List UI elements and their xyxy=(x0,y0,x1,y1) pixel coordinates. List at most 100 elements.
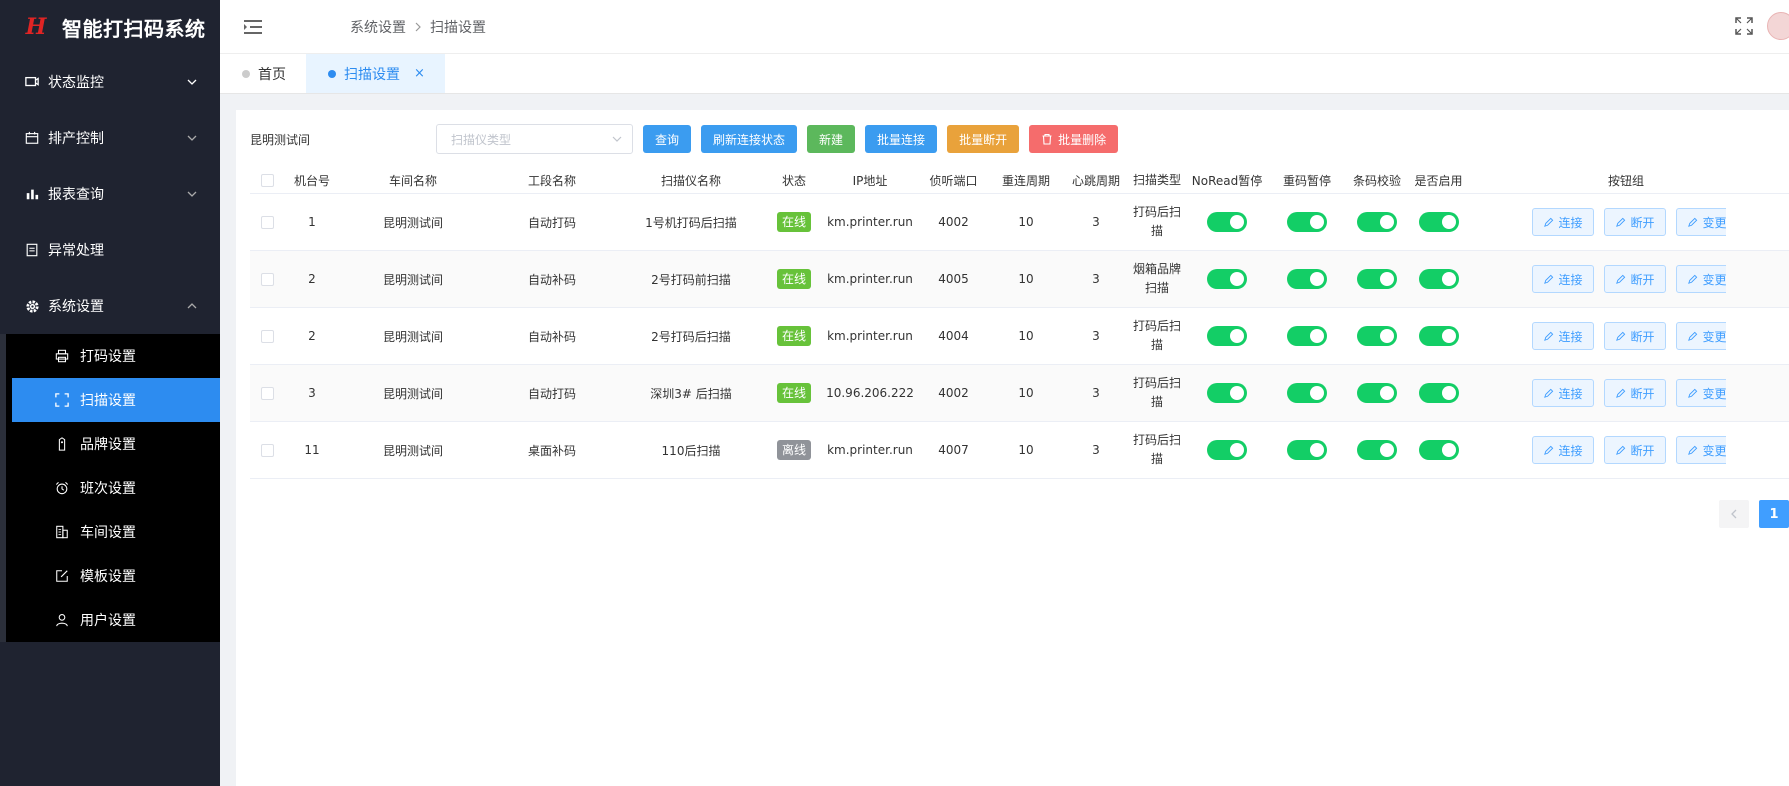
button-label: 变更 xyxy=(1702,215,1726,230)
sidebar-item-label: 模板设置 xyxy=(80,569,136,585)
sidebar-item-print-settings[interactable]: 打码设置 xyxy=(6,334,220,378)
enabled-switch[interactable] xyxy=(1418,383,1459,403)
page-number[interactable]: 1 xyxy=(1759,500,1789,528)
change-button[interactable]: 变更 xyxy=(1676,436,1726,464)
enabled-switch[interactable] xyxy=(1418,269,1459,289)
change-button[interactable]: 变更 xyxy=(1676,322,1726,350)
dup-switch[interactable] xyxy=(1287,440,1327,460)
barcode-switch[interactable] xyxy=(1357,326,1397,346)
sidebar-item-template-settings[interactable]: 模板设置 xyxy=(6,554,220,598)
noread-switch[interactable] xyxy=(1207,326,1247,346)
table-row: 3 昆明测试间 自动打码 深圳3# 后扫描 在线 10.96.206.222 4… xyxy=(250,364,1789,421)
change-button[interactable]: 变更 xyxy=(1676,379,1726,407)
sidebar-item-production-control[interactable]: 排产控制 xyxy=(0,110,220,166)
cell-barcode xyxy=(1343,383,1411,403)
cell-heartbeat: 3 xyxy=(1092,386,1100,400)
disconnect-button[interactable]: 断开 xyxy=(1604,379,1666,407)
tab-home[interactable]: 首页 xyxy=(220,54,306,93)
header-ip: IP地址 xyxy=(852,173,888,188)
query-button[interactable]: 查询 xyxy=(643,125,692,153)
content-card: 昆明测试间 扫描仪类型 查询 刷新连接状态 新建 批量连接 批量断开 批量删除 … xyxy=(236,110,1789,786)
batch-disconnect-button[interactable]: 批量断开 xyxy=(947,125,1020,153)
change-button[interactable]: 变更 xyxy=(1676,208,1726,236)
dup-switch[interactable] xyxy=(1287,269,1327,289)
sidebar-item-exception[interactable]: 异常处理 xyxy=(0,222,220,278)
noread-switch[interactable] xyxy=(1207,440,1247,460)
cell-status: 在线 xyxy=(764,269,824,289)
sidebar-item-workshop-settings[interactable]: 车间设置 xyxy=(6,510,220,554)
cell-scanner: 1号机打码后扫描 xyxy=(645,215,737,230)
button-label: 变更 xyxy=(1702,272,1726,287)
cell-reconnect: 10 xyxy=(1018,329,1034,343)
breadcrumb-item[interactable]: 系统设置 xyxy=(350,17,406,37)
cell-enabled xyxy=(1411,269,1466,289)
dup-switch[interactable] xyxy=(1287,326,1327,346)
chevron-down-icon xyxy=(187,191,197,197)
refresh-status-button[interactable]: 刷新连接状态 xyxy=(701,125,798,153)
sidebar-item-brand-settings[interactable]: 品牌设置 xyxy=(6,422,220,466)
row-checkbox[interactable] xyxy=(260,272,274,286)
sidebar-item-shift-settings[interactable]: 班次设置 xyxy=(6,466,220,510)
cell-section: 自动补码 xyxy=(527,329,576,344)
row-checkbox[interactable] xyxy=(260,329,274,343)
barcode-switch[interactable] xyxy=(1357,212,1397,232)
sidebar-item-system-settings[interactable]: 系统设置 xyxy=(0,278,220,334)
cell-ip: km.printer.run xyxy=(827,329,913,343)
noread-switch[interactable] xyxy=(1207,269,1247,289)
barcode-switch[interactable] xyxy=(1357,269,1397,289)
barcode-switch[interactable] xyxy=(1357,440,1397,460)
cell-ip: km.printer.run xyxy=(827,215,913,229)
cell-status: 离线 xyxy=(764,440,824,460)
connect-button[interactable]: 连接 xyxy=(1532,208,1594,236)
status-badge: 在线 xyxy=(776,383,811,403)
disconnect-button[interactable]: 断开 xyxy=(1604,322,1666,350)
noread-switch[interactable] xyxy=(1207,383,1247,403)
row-checkbox[interactable] xyxy=(260,215,274,229)
dup-switch[interactable] xyxy=(1287,383,1327,403)
menu-fold-icon[interactable] xyxy=(244,19,262,35)
enabled-switch[interactable] xyxy=(1418,212,1459,232)
cell-enabled xyxy=(1411,326,1466,346)
dup-switch[interactable] xyxy=(1287,212,1327,232)
connect-button[interactable]: 连接 xyxy=(1532,265,1594,293)
tab-label: 首页 xyxy=(258,66,286,83)
sidebar-item-scan-settings[interactable]: 扫描设置 xyxy=(12,378,220,422)
noread-switch[interactable] xyxy=(1207,212,1247,232)
table-bottom-border xyxy=(250,478,1789,479)
sidebar-item-status-monitor[interactable]: 状态监控 xyxy=(0,54,220,110)
batch-delete-button[interactable]: 批量删除 xyxy=(1029,125,1119,153)
header: 系统设置 扫描设置 xyxy=(220,0,1789,54)
edit-icon xyxy=(1616,217,1626,227)
table-row: 11 昆明测试间 桌面补码 110后扫描 离线 km.printer.run 4… xyxy=(250,421,1789,478)
tab-bar: 首页 扫描设置 × xyxy=(220,54,1789,94)
barcode-switch[interactable] xyxy=(1357,383,1397,403)
header-scan-type: 扫描类型 xyxy=(1132,172,1181,187)
connect-button[interactable]: 连接 xyxy=(1532,322,1594,350)
avatar[interactable] xyxy=(1767,12,1789,40)
row-checkbox[interactable] xyxy=(260,443,274,457)
sidebar-item-user-settings[interactable]: 用户设置 xyxy=(6,598,220,642)
enabled-switch[interactable] xyxy=(1418,326,1459,346)
enabled-switch[interactable] xyxy=(1418,440,1459,460)
fullscreen-icon[interactable] xyxy=(1735,17,1753,35)
close-icon[interactable]: × xyxy=(414,66,425,81)
sidebar-item-report-query[interactable]: 报表查询 xyxy=(0,166,220,222)
row-checkbox[interactable] xyxy=(260,386,274,400)
scanner-type-select[interactable]: 扫描仪类型 xyxy=(436,124,633,154)
header-barcode: 条码校验 xyxy=(1352,173,1401,188)
prev-page-button[interactable] xyxy=(1719,500,1749,528)
batch-connect-button[interactable]: 批量连接 xyxy=(865,125,938,153)
disconnect-button[interactable]: 断开 xyxy=(1604,265,1666,293)
disconnect-button[interactable]: 断开 xyxy=(1604,436,1666,464)
connect-button[interactable]: 连接 xyxy=(1532,436,1594,464)
disconnect-button[interactable]: 断开 xyxy=(1604,208,1666,236)
select-all-checkbox[interactable] xyxy=(260,173,274,187)
create-button[interactable]: 新建 xyxy=(807,125,856,153)
change-button[interactable]: 变更 xyxy=(1676,265,1726,293)
tab-scan-settings[interactable]: 扫描设置 × xyxy=(306,54,445,93)
building-icon xyxy=(54,524,70,540)
breadcrumb: 系统设置 扫描设置 xyxy=(350,17,486,37)
trash-icon xyxy=(1042,133,1052,145)
connect-button[interactable]: 连接 xyxy=(1532,379,1594,407)
chevron-down-icon xyxy=(612,136,622,142)
